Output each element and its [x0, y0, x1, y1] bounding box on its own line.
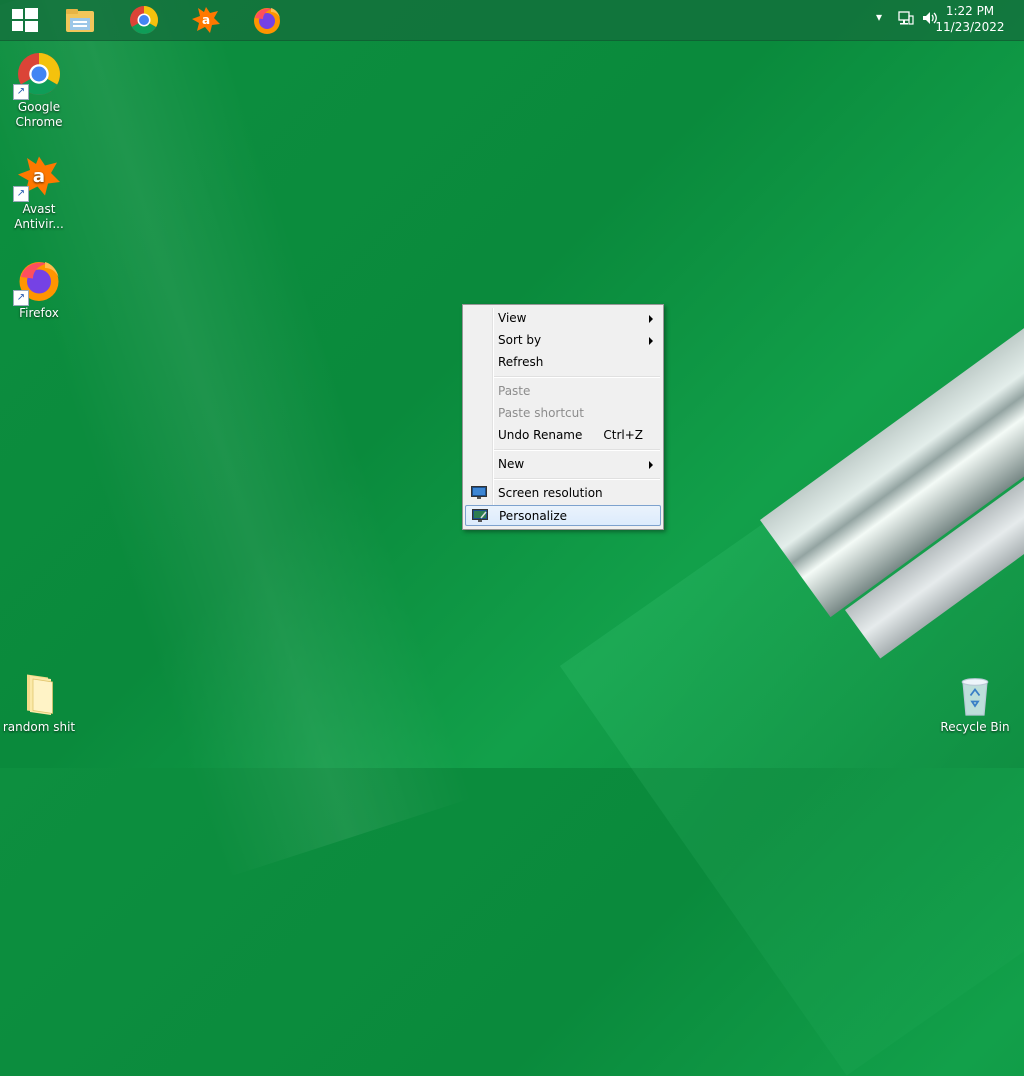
menu-separator [494, 478, 660, 480]
menu-item-label: View [498, 311, 527, 325]
submenu-arrow-icon [649, 337, 653, 345]
taskbar-clock[interactable]: 1:22 PM 11/23/2022 [930, 3, 1010, 35]
taskbar-file-explorer[interactable] [64, 4, 96, 36]
svg-text:a: a [202, 13, 210, 27]
desktop-icon-label: Firefox [19, 306, 59, 320]
menu-item-label: Undo Rename [498, 428, 583, 442]
taskbar-avast[interactable]: a [190, 4, 222, 36]
desktop-icon-firefox[interactable]: ↗ Firefox [1, 256, 77, 321]
menu-item-new[interactable]: New [465, 454, 661, 475]
desktop-icon-recycle-bin[interactable]: Recycle Bin [937, 670, 1013, 735]
desktop-icon-label-line1: Google [17, 100, 61, 114]
menu-item-sort-by[interactable]: Sort by [465, 330, 661, 351]
desktop-icon-label: random shit [2, 720, 76, 734]
menu-item-paste-shortcut[interactable]: Paste shortcut [465, 403, 661, 424]
monitor-icon [471, 486, 487, 499]
desktop-icon-avast[interactable]: a ↗ Avast Antivir... [1, 152, 77, 232]
submenu-arrow-icon [649, 461, 653, 469]
clock-date: 11/23/2022 [935, 20, 1005, 34]
menu-item-label: Paste shortcut [498, 406, 584, 420]
taskbar-firefox[interactable] [251, 4, 283, 36]
menu-item-undo-rename[interactable]: Undo Rename Ctrl+Z [465, 425, 661, 446]
menu-item-refresh[interactable]: Refresh [465, 352, 661, 373]
network-icon [898, 11, 914, 25]
shortcut-arrow-icon: ↗ [13, 84, 29, 100]
personalize-icon [472, 509, 488, 522]
firefox-icon [254, 8, 280, 34]
recycle-bin-icon [961, 678, 989, 716]
desktop-icon-label-line2: Chrome [15, 115, 63, 129]
submenu-arrow-icon [649, 315, 653, 323]
menu-item-screen-resolution[interactable]: Screen resolution [465, 483, 661, 504]
menu-item-view[interactable]: View [465, 308, 661, 329]
folder-icon [27, 674, 53, 715]
menu-separator [494, 449, 660, 451]
chevron-down-icon: ▾ [876, 10, 883, 24]
desktop-icon-label-line1: Avast [22, 202, 56, 216]
menu-item-shortcut: Ctrl+Z [603, 428, 643, 442]
desktop-icon-google-chrome[interactable]: ↗ Google Chrome [1, 50, 77, 130]
shortcut-arrow-icon: ↗ [13, 186, 29, 202]
folder-icon [66, 9, 94, 32]
chrome-icon [130, 6, 158, 34]
menu-item-label: New [498, 457, 525, 471]
avast-icon: a [192, 7, 220, 33]
menu-item-personalize[interactable]: Personalize [465, 505, 661, 526]
menu-item-label: Personalize [499, 509, 568, 523]
menu-item-paste[interactable]: Paste [465, 381, 661, 402]
desktop-icon-label-line2: Antivir... [14, 217, 64, 231]
show-hidden-icons-button[interactable]: ▾ [876, 10, 888, 30]
wallpaper-light-streak [0, 0, 473, 879]
menu-item-label: Paste [498, 384, 531, 398]
start-button[interactable] [12, 8, 38, 32]
network-tray-button[interactable] [898, 10, 914, 30]
menu-item-label: Sort by [498, 333, 542, 347]
menu-item-label: Screen resolution [498, 486, 603, 500]
clock-time: 1:22 PM [945, 4, 995, 18]
shortcut-arrow-icon: ↗ [13, 290, 29, 306]
desktop-context-menu: View Sort by Refresh Paste Paste shortcu… [462, 304, 664, 530]
menu-separator [494, 376, 660, 378]
taskbar-google-chrome[interactable] [128, 4, 160, 36]
svg-text:a: a [33, 166, 45, 187]
desktop-icon-label: Recycle Bin [940, 720, 1010, 734]
desktop-icon-random-folder[interactable]: random shit [1, 670, 77, 735]
taskbar: a ▾ 1:22 PM 11/23/2022 [0, 0, 1024, 41]
menu-item-label: Refresh [498, 355, 544, 369]
